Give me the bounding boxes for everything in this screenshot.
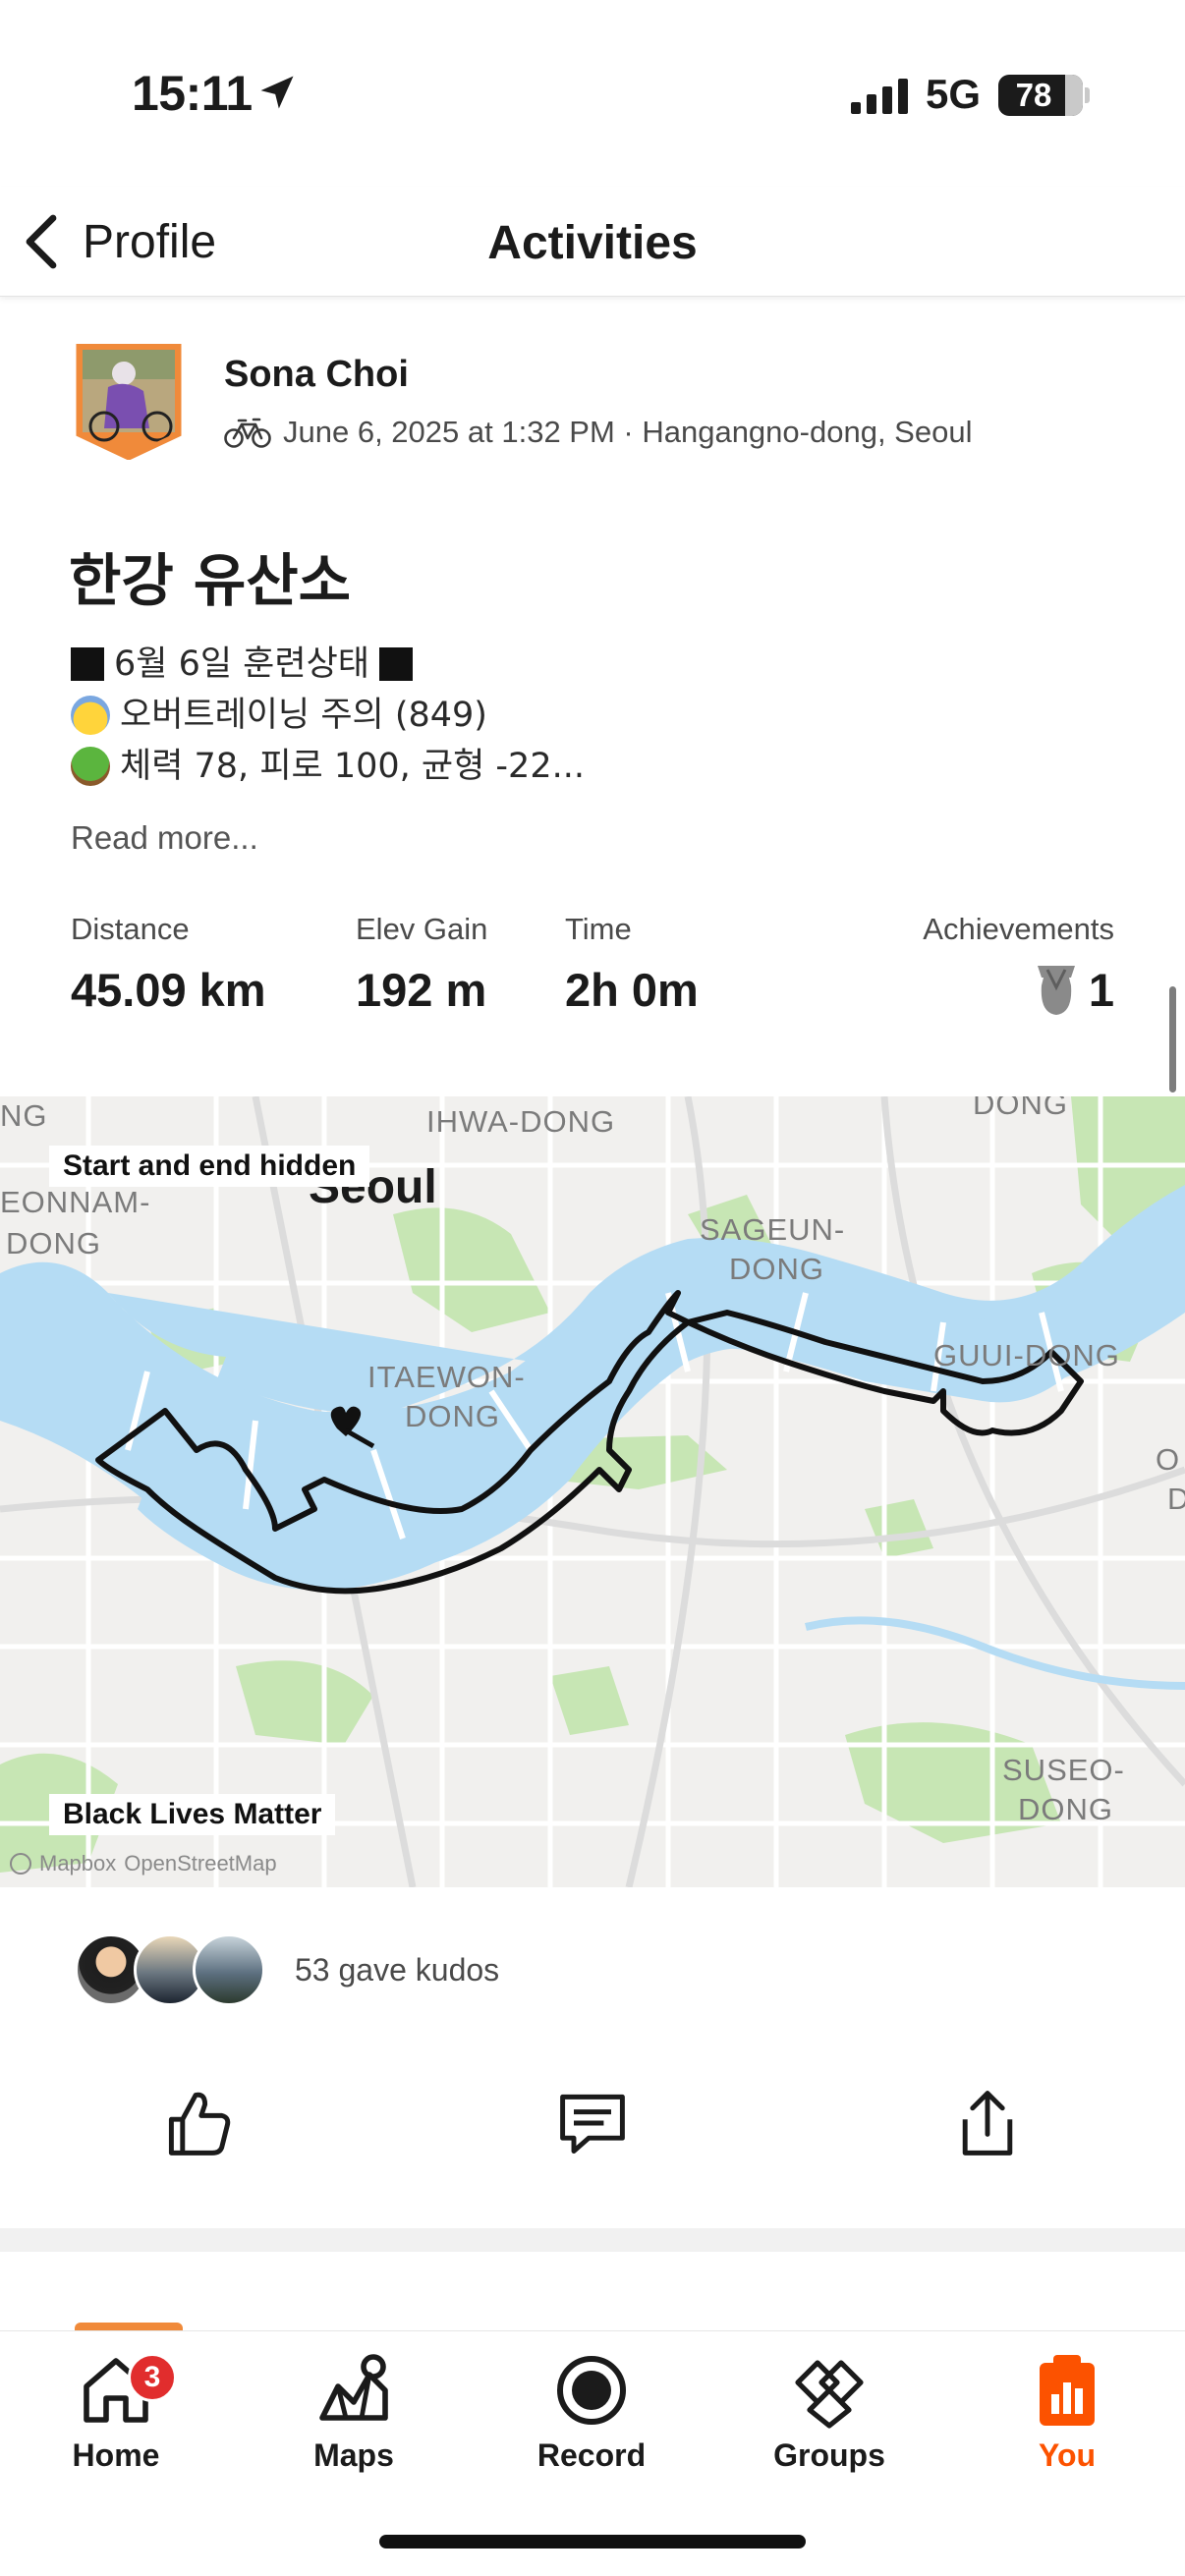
map-label: O [1156,1442,1180,1477]
activity-meta-text: June 6, 2025 at 1:32 PM · Hangangno-dong… [283,415,973,449]
map-canvas: NG IHWA-DONG EONNAM- DONG SAGEUN- DONG I… [0,1096,1185,1887]
stat-distance-value: 45.09 km [71,964,266,1016]
tree-icon [71,747,110,786]
tab-home[interactable]: Home 3 [18,2351,214,2508]
share-button[interactable] [943,2079,1032,2167]
tab-record-label: Record [536,2437,647,2473]
map-label: SAGEUN- [700,1212,845,1247]
comment-button[interactable] [548,2079,637,2167]
stat-elev-label: Elev Gain [356,912,488,946]
tab-maps[interactable]: Maps [255,2351,452,2508]
map-label: NG [0,1098,48,1133]
signal-icon [851,79,908,114]
tab-you-label: You [1038,2437,1097,2473]
map-label: DONG [6,1226,101,1260]
battery-icon: 78 [998,75,1083,116]
tab-record[interactable]: Record [493,2351,690,2508]
kudos-avatars[interactable] [75,1933,271,2006]
stat-achievements-label: Achievements [923,912,1114,946]
achievements-count: 1 [1088,964,1114,1016]
location-arrow-icon [260,76,294,109]
athlete-avatar[interactable] [75,344,183,460]
stat-time-label: Time [565,912,632,946]
back-label: Profile [83,215,217,268]
kudos-count[interactable]: 53 gave kudos [295,1952,499,1988]
start-end-hidden-badge: Start and end hidden [49,1146,370,1187]
notification-badge: 3 [128,2353,177,2402]
back-button[interactable]: Profile [20,202,216,281]
tab-maps-label: Maps [313,2437,394,2473]
description-line: 체력 78, 피로 100, 균형 -22... [71,741,585,792]
map-label: DONG [1018,1792,1113,1826]
home-indicator[interactable] [379,2535,806,2548]
map-attribution[interactable]: Mapbox OpenStreetMap [10,1851,277,1876]
description-line: 6월 6일 훈련상태 [71,639,585,690]
feed-separator [0,2228,1185,2252]
comment-icon [560,2094,625,2154]
black-square-icon [379,647,413,681]
read-more-link[interactable]: Read more... [71,819,258,857]
trophy-icon [1037,965,1075,1015]
tab-home-label: Home [72,2437,160,2473]
record-icon [557,2356,626,2425]
stat-distance-label: Distance [71,912,190,946]
network-type: 5G [926,71,982,117]
map-label: D [1167,1482,1185,1516]
map-label: GUUI-DONG [933,1338,1120,1372]
achievements[interactable]: 1 [1034,963,1114,1017]
avatar [193,1933,265,2006]
groups-icon [795,2360,864,2429]
activity-title[interactable]: 한강 유산소 [69,534,351,617]
map-label: IHWA-DONG [426,1104,615,1139]
status-bar: 15:11 5G 78 [0,0,1185,187]
map-label: SUSEO- [1002,1753,1125,1787]
info-icon [10,1853,31,1875]
kudos-button[interactable] [153,2079,242,2167]
fearful-face-icon [71,696,110,735]
map-label: DONG [729,1252,824,1286]
battery-level: 78 [1015,77,1052,113]
status-time: 15:11 [132,66,253,121]
stat-elev-value: 192 m [356,964,487,1016]
tab-groups-label: Groups [773,2437,885,2473]
map-label: ITAEWON- [367,1360,526,1394]
thumbs-up-icon [168,2092,231,2156]
chevron-left-icon [26,214,57,269]
map-label: EONNAM- [0,1185,150,1219]
athlete-name[interactable]: Sona Choi [224,354,409,396]
description-line: 오버트레이닝 주의 (849) [71,690,585,741]
nav-bar: Profile Activities [0,187,1185,297]
black-lives-matter-badge: Black Lives Matter [49,1794,336,1835]
scroll-indicator[interactable] [1169,986,1176,1092]
activity-description: 6월 6일 훈련상태 오버트레이닝 주의 (849) 체력 78, 피로 100… [71,639,585,792]
activity-map[interactable]: NG IHWA-DONG EONNAM- DONG SAGEUN- DONG I… [0,1096,1185,1887]
bike-icon [224,418,271,448]
share-icon [962,2091,1013,2156]
tab-you[interactable]: You [969,2351,1165,2508]
activity-meta: June 6, 2025 at 1:32 PM · Hangangno-dong… [224,415,972,450]
tab-groups[interactable]: Groups [731,2351,928,2508]
maps-icon [319,2354,388,2421]
map-label: DONG [973,1096,1068,1121]
black-square-icon [71,647,104,681]
map-label: DONG [405,1399,500,1433]
stat-time-value: 2h 0m [565,964,699,1016]
you-icon [1040,2355,1095,2426]
